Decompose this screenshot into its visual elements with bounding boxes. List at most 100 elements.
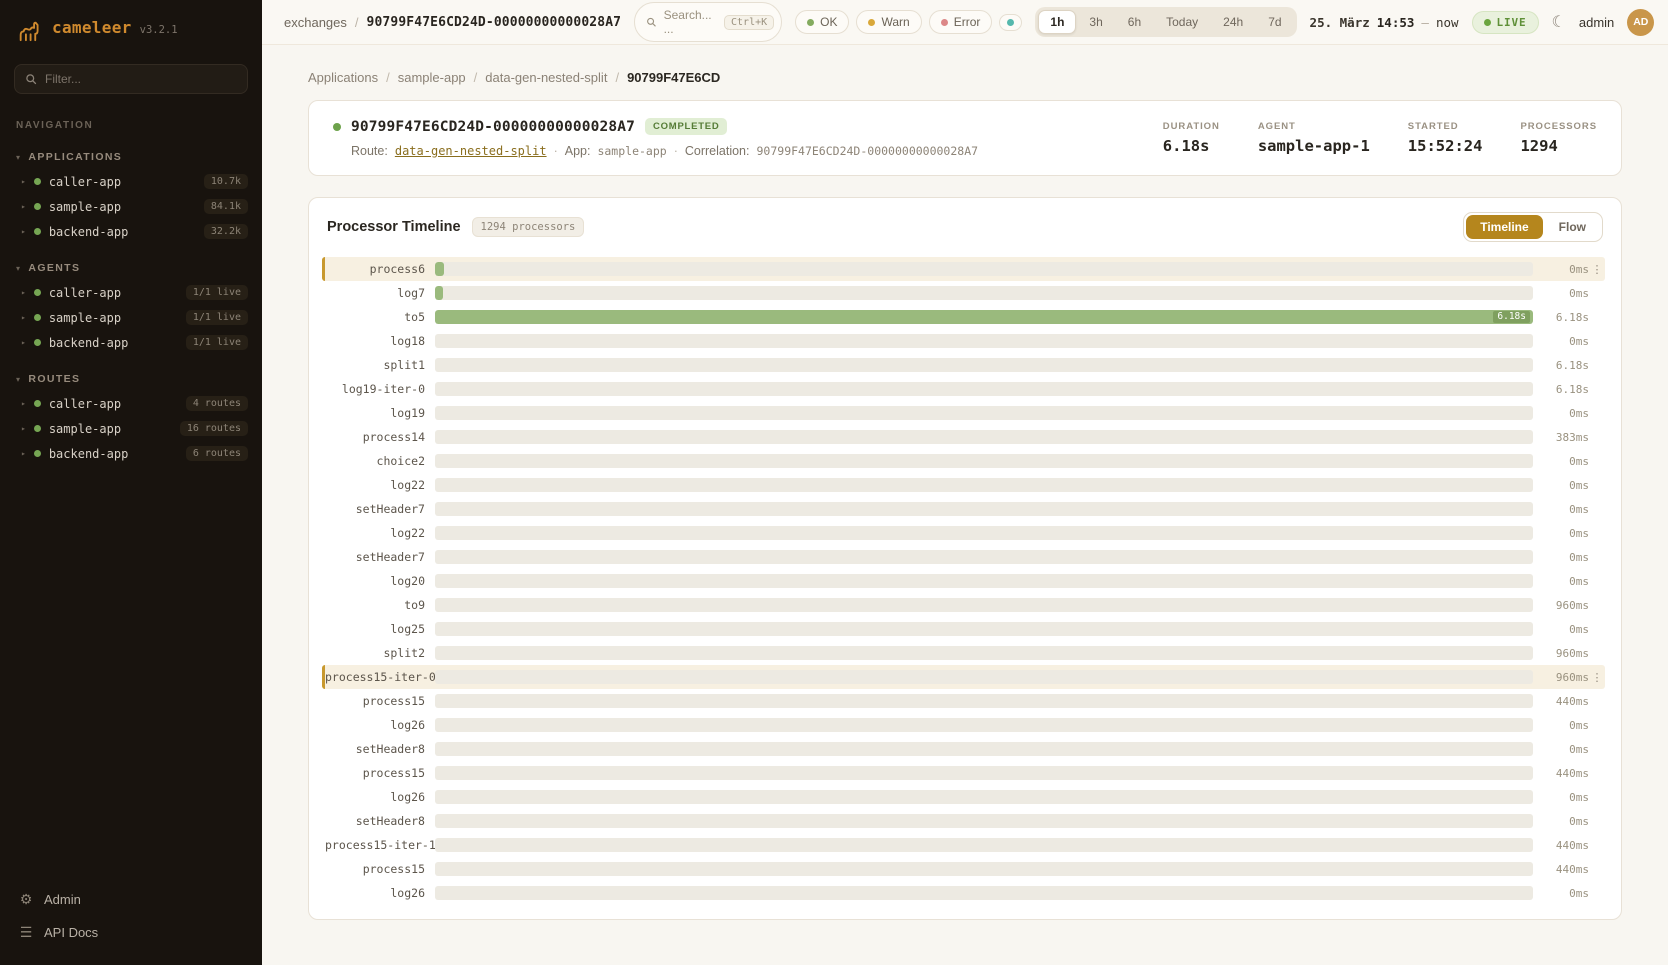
breadcrumb-separator: /	[355, 15, 359, 30]
processor-name: setHeader7	[325, 502, 435, 516]
timeline-row-log22[interactable]: log22 0ms	[322, 473, 1605, 497]
time-range-3h[interactable]: 3h	[1077, 10, 1114, 34]
timeline-row-setheader7[interactable]: setHeader7 0ms	[322, 497, 1605, 521]
filter-pill-warn[interactable]: Warn	[856, 10, 921, 34]
filter-label: Warn	[881, 15, 909, 29]
timeline-row-process15[interactable]: process15440ms	[322, 857, 1605, 881]
app-value: sample-app	[597, 144, 666, 158]
time-range-24h[interactable]: 24h	[1211, 10, 1255, 34]
time-range-1h[interactable]: 1h	[1038, 10, 1076, 34]
sidebar-item-sample-app[interactable]: ▸sample-app16 routes	[0, 416, 262, 441]
timeline-row-process6[interactable]: process60ms⋮	[322, 257, 1605, 281]
sidebar-item-backend-app[interactable]: ▸backend-app6 routes	[0, 441, 262, 466]
timeline-row-log20[interactable]: log200ms	[322, 569, 1605, 593]
time-range-6h[interactable]: 6h	[1116, 10, 1153, 34]
breadcrumb-applications[interactable]: Applications	[308, 70, 378, 85]
caret-right-icon: ▸	[21, 313, 26, 322]
processor-name: log7	[325, 286, 435, 300]
stat-started: STARTED15:52:24	[1408, 121, 1483, 155]
separator: ·	[674, 144, 678, 158]
sidebar-section-header[interactable]: ▾ROUTES	[0, 369, 262, 391]
footer-api-docs[interactable]: ☰API Docs	[10, 916, 252, 949]
timeline-row-log26[interactable]: log260ms	[322, 785, 1605, 809]
processor-name: log22	[325, 478, 435, 492]
timeline-header: Processor Timeline 1294 processors Timel…	[309, 198, 1621, 254]
caret-down-icon: ▾	[16, 153, 21, 162]
sidebar-item-caller-app[interactable]: ▸caller-app4 routes	[0, 391, 262, 416]
row-duration: 0ms	[1533, 791, 1589, 804]
view-timeline[interactable]: Timeline	[1466, 215, 1542, 239]
processor-name: process15-iter-1	[325, 838, 435, 852]
time-range-today[interactable]: Today	[1154, 10, 1210, 34]
processor-name: process15	[325, 694, 435, 708]
sidebar-item-caller-app[interactable]: ▸caller-app10.7k	[0, 169, 262, 194]
username: admin	[1579, 15, 1614, 30]
sidebar-section-header[interactable]: ▾APPLICATIONS	[0, 147, 262, 169]
timeline-row-split2[interactable]: split2960ms	[322, 641, 1605, 665]
footer-label: API Docs	[44, 925, 98, 940]
sidebar-filter-input[interactable]	[45, 72, 237, 86]
processor-timeline-card: Processor Timeline 1294 processors Timel…	[308, 197, 1622, 920]
processor-name: log19-iter-0	[325, 382, 435, 396]
timeline-row-log26[interactable]: log260ms	[322, 713, 1605, 737]
search-box[interactable]: Search... ... Ctrl+K	[634, 2, 782, 42]
caret-down-icon: ▾	[16, 264, 21, 273]
breadcrumb-sample-app[interactable]: sample-app	[398, 70, 466, 85]
timeline-row-split1[interactable]: split16.18s	[322, 353, 1605, 377]
app-logo[interactable]: cameleer v3.2.1	[0, 0, 262, 56]
timeline-row-log25[interactable]: log250ms	[322, 617, 1605, 641]
timeline-track	[435, 406, 1533, 420]
view-flow[interactable]: Flow	[1545, 215, 1600, 239]
status-dot	[34, 400, 41, 407]
filter-pill-error[interactable]: Error	[929, 10, 993, 34]
timeline-row-process15[interactable]: process15440ms	[322, 761, 1605, 785]
row-duration: 0ms	[1533, 503, 1589, 516]
exchange-id: 90799F47E6CD24D-00000000000028A7	[351, 119, 635, 135]
timeline-row-log26[interactable]: log260ms	[322, 881, 1605, 905]
breadcrumb-exchanges[interactable]: exchanges	[284, 15, 347, 30]
timeline-row-log19-iter-0[interactable]: log19-iter-06.18s	[322, 377, 1605, 401]
route-link[interactable]: data-gen-nested-split	[395, 144, 547, 158]
row-duration: 383ms	[1533, 431, 1589, 444]
dark-mode-icon[interactable]: ☾	[1552, 12, 1566, 32]
kebab-menu-icon[interactable]: ⋮	[1589, 263, 1605, 276]
timeline-track	[435, 598, 1533, 612]
sidebar-item-caller-app[interactable]: ▸caller-app1/1 live	[0, 280, 262, 305]
timeline-row-log7[interactable]: log70ms	[322, 281, 1605, 305]
sidebar-section-header[interactable]: ▾AGENTS	[0, 258, 262, 280]
processor-name: process6	[325, 262, 435, 276]
timeline-row-setheader7[interactable]: setHeader70ms	[322, 545, 1605, 569]
main-area: exchanges / 90799F47E6CD24D-000000000000…	[262, 0, 1668, 965]
sidebar-item-backend-app[interactable]: ▸backend-app1/1 live	[0, 330, 262, 355]
timeline-row-process15[interactable]: process15440ms	[322, 689, 1605, 713]
footer-admin[interactable]: ⚙Admin	[10, 883, 252, 916]
timeline-row-process15-iter-1[interactable]: process15-iter-1440ms	[322, 833, 1605, 857]
sidebar-item-sample-app[interactable]: ▸sample-app84.1k	[0, 194, 262, 219]
kebab-menu-icon[interactable]: ⋮	[1589, 671, 1605, 684]
sidebar-filter[interactable]	[14, 64, 248, 94]
row-duration: 0ms	[1533, 479, 1589, 492]
date-range[interactable]: 25. März 14:53 — now	[1310, 15, 1459, 30]
status-dot	[1007, 19, 1014, 26]
sidebar-item-backend-app[interactable]: ▸backend-app32.2k	[0, 219, 262, 244]
breadcrumb-data-gen-nested-split[interactable]: data-gen-nested-split	[485, 70, 607, 85]
timeline-row-setheader8[interactable]: setHeader80ms	[322, 809, 1605, 833]
timeline-row-log22[interactable]: log220ms	[322, 521, 1605, 545]
timeline-row-choice2[interactable]: choice20ms	[322, 449, 1605, 473]
sidebar-item-sample-app[interactable]: ▸sample-app1/1 live	[0, 305, 262, 330]
live-toggle[interactable]: LIVE	[1472, 11, 1539, 34]
timeline-row-log18[interactable]: log180ms	[322, 329, 1605, 353]
caret-right-icon: ▸	[21, 227, 26, 236]
timeline-row-process14[interactable]: process14383ms	[322, 425, 1605, 449]
sidebar-item-badge: 1/1 live	[186, 335, 248, 350]
timeline-row-setheader8[interactable]: setHeader80ms	[322, 737, 1605, 761]
filter-pill-extra[interactable]	[999, 14, 1022, 31]
timeline-row-process15-iter-0[interactable]: process15-iter-0960ms⋮	[322, 665, 1605, 689]
avatar[interactable]: AD	[1627, 9, 1654, 36]
timeline-row-log19[interactable]: log190ms	[322, 401, 1605, 425]
time-range-7d[interactable]: 7d	[1256, 10, 1293, 34]
timeline-row-to5[interactable]: to56.18s6.18s	[322, 305, 1605, 329]
timeline-row-to9[interactable]: to9960ms	[322, 593, 1605, 617]
filter-pill-ok[interactable]: OK	[795, 10, 849, 34]
breadcrumb-separator: /	[386, 70, 390, 85]
